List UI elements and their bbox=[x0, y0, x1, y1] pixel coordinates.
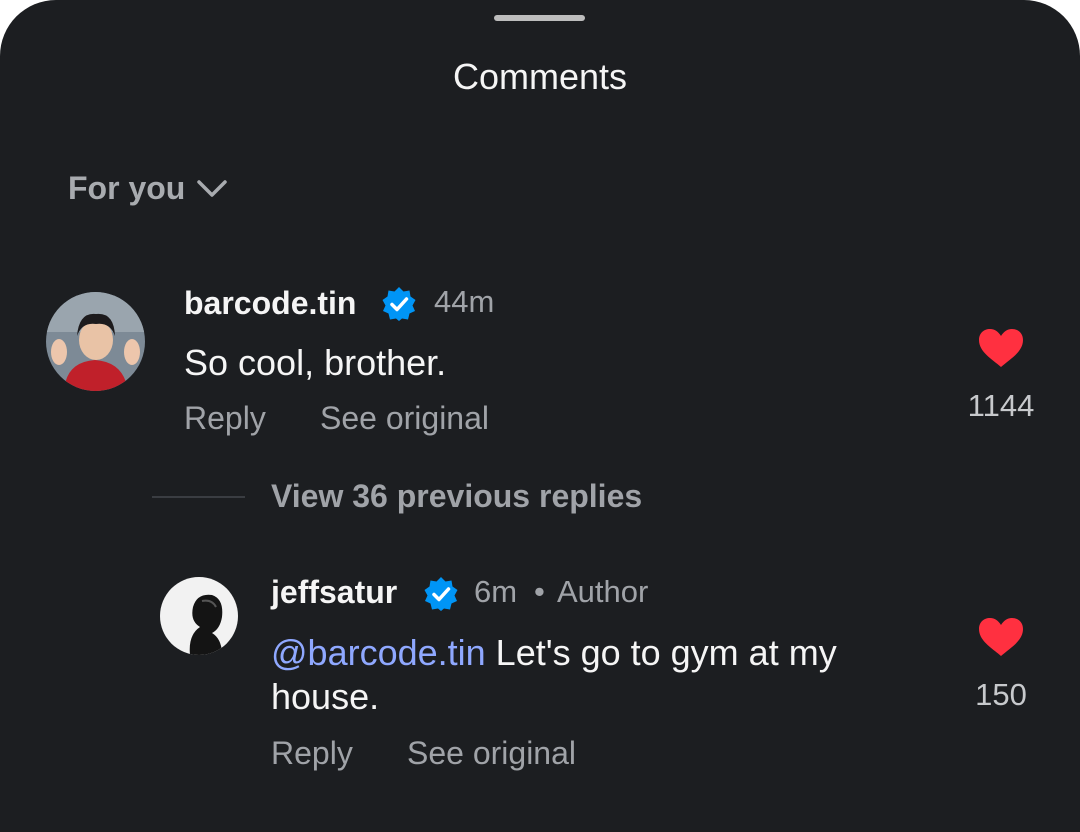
meta-separator: • bbox=[534, 574, 545, 609]
comment-time: 44m bbox=[434, 284, 495, 319]
like-count: 1144 bbox=[967, 388, 1035, 423]
sort-label: For you bbox=[68, 170, 186, 206]
reply-text-line1: Let's go to gym at my bbox=[485, 632, 837, 673]
view-previous-replies-button[interactable]: View 36 previous replies bbox=[271, 478, 642, 515]
drag-handle[interactable] bbox=[494, 15, 585, 21]
like-count: 150 bbox=[975, 677, 1027, 712]
see-original-button[interactable]: See original bbox=[320, 400, 489, 437]
reply-text-line2: house. bbox=[271, 676, 380, 717]
avatar-barcode-tin[interactable] bbox=[46, 292, 145, 391]
mention-link[interactable]: @barcode.tin bbox=[271, 632, 486, 673]
comment-text: So cool, brother. bbox=[184, 342, 447, 383]
reply-username[interactable]: jeffsatur bbox=[271, 574, 397, 611]
reply-button[interactable]: Reply bbox=[271, 735, 353, 772]
sort-dropdown[interactable]: For you bbox=[68, 170, 228, 207]
thread-line bbox=[152, 496, 245, 498]
see-original-button[interactable]: See original bbox=[407, 735, 576, 772]
reply-button[interactable]: Reply bbox=[184, 400, 266, 437]
comments-sheet: Comments For you barcode.tin 44m So cool… bbox=[0, 0, 1080, 832]
reply-time: 6m bbox=[474, 574, 518, 609]
comment-username[interactable]: barcode.tin bbox=[184, 285, 356, 322]
heart-icon[interactable] bbox=[978, 328, 1024, 373]
author-badge: Author bbox=[557, 574, 649, 609]
avatar-jeffsatur[interactable] bbox=[160, 577, 238, 655]
sheet-title: Comments bbox=[452, 56, 628, 97]
verified-badge-icon bbox=[381, 286, 417, 327]
reply-text: @barcode.tin Let's go to gym at my house… bbox=[271, 631, 961, 719]
chevron-down-icon bbox=[197, 179, 228, 198]
heart-icon[interactable] bbox=[978, 617, 1024, 662]
verified-badge-icon bbox=[423, 576, 459, 617]
